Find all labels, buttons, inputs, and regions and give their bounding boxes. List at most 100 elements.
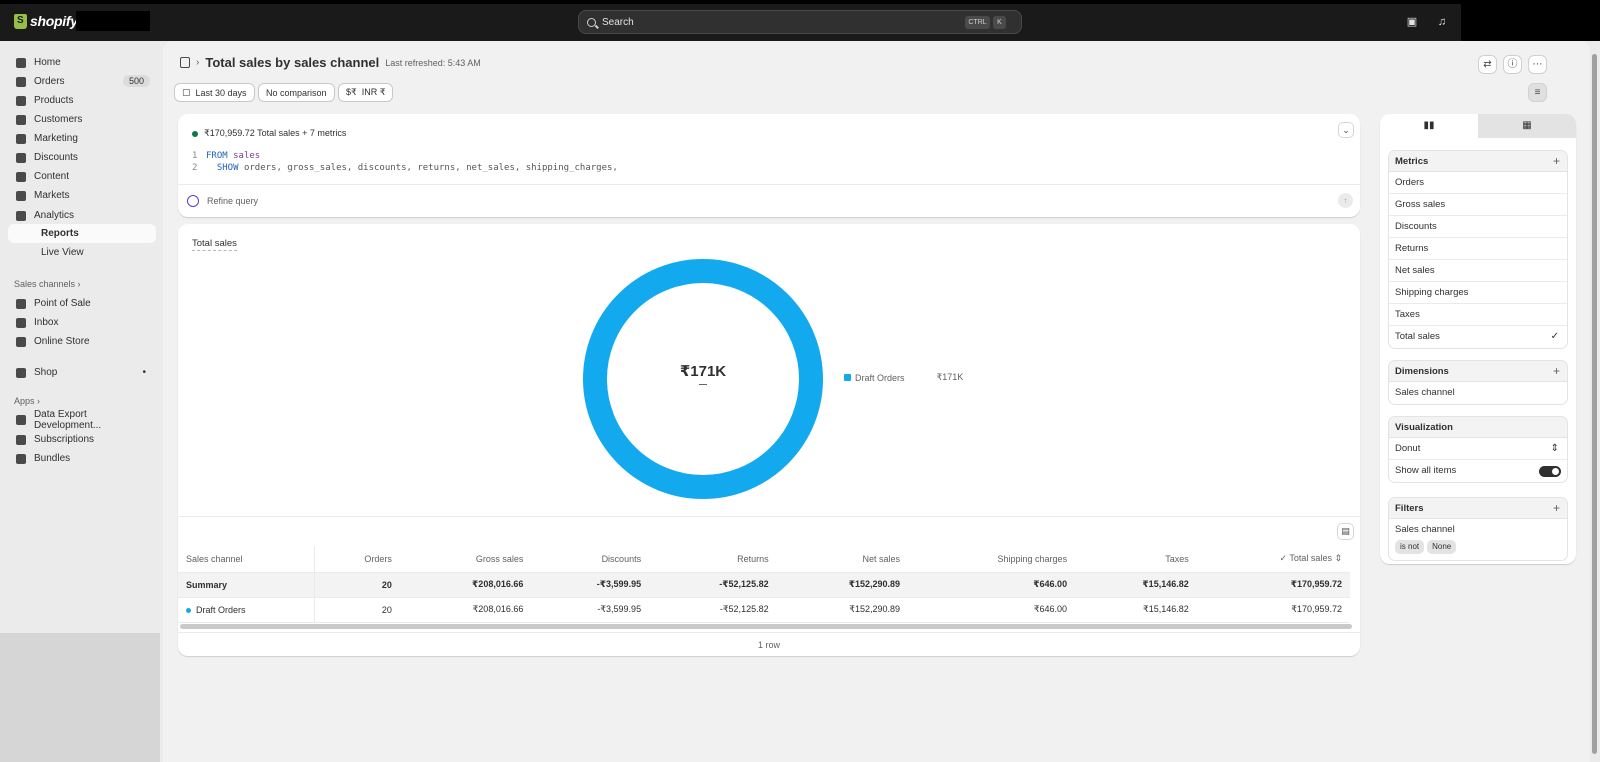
store-bag-icon[interactable]: ▣ <box>1406 16 1418 28</box>
breadcrumb: › Total sales by sales channel Last refr… <box>180 55 481 70</box>
metric-item[interactable]: Taxes <box>1389 304 1567 326</box>
legend-swatch <box>844 374 851 381</box>
chart-title[interactable]: Total sales <box>192 238 237 251</box>
globe-icon <box>16 190 26 201</box>
sidebar-item-orders[interactable]: Orders 500 <box>8 72 156 91</box>
show-all-toggle[interactable] <box>1539 466 1561 477</box>
column-header[interactable]: Returns <box>649 546 777 573</box>
sidebar-item-shop[interactable]: Shop • <box>8 363 156 382</box>
search-placeholder: Search <box>602 16 634 28</box>
table-cell: Draft Orders <box>178 597 315 623</box>
orders-count-badge: 500 <box>122 75 150 87</box>
column-header[interactable]: Discounts <box>531 546 650 573</box>
table-cell: ₹646.00 <box>908 572 1076 598</box>
select-value: Donut <box>1395 443 1421 454</box>
metric-item[interactable]: Orders <box>1389 172 1567 194</box>
column-header[interactable]: Sales channel <box>178 546 315 573</box>
filter-value-chip[interactable]: None <box>1427 540 1457 554</box>
refresh-button[interactable]: ⇄ <box>1478 55 1497 74</box>
metric-item[interactable]: Shipping charges <box>1389 282 1567 304</box>
search-bar[interactable]: Search CTRL K <box>578 10 1022 34</box>
column-header[interactable]: Taxes <box>1075 546 1197 573</box>
check-icon: ✓ <box>1550 331 1559 342</box>
donut-center-label: ₹171K <box>679 363 727 380</box>
code-text: sales <box>233 151 261 161</box>
add-metric-icon[interactable]: + <box>1553 151 1560 172</box>
select-chevron-icon: ⇕ <box>1550 443 1559 454</box>
top-bar: shopify Search CTRL K ▣ ♫ <box>0 4 1600 41</box>
filter-item[interactable]: Sales channel is not None <box>1389 519 1567 560</box>
sidebar-item-products[interactable]: Products <box>8 91 156 110</box>
sales-channels-header[interactable]: Sales channels › <box>14 279 81 289</box>
profile-redacted[interactable] <box>1461 4 1600 41</box>
comparison-button[interactable]: No comparison <box>258 83 335 102</box>
metric-item[interactable]: Gross sales <box>1389 194 1567 216</box>
table-row[interactable]: Draft Orders 20 ₹208,016.66 -₹3,599.95 -… <box>178 597 1350 623</box>
sidebar-item-customers[interactable]: Customers <box>8 110 156 129</box>
sidebar-item-point-of-sale[interactable]: Point of Sale <box>8 294 156 313</box>
sidebar-item-analytics[interactable]: Analytics <box>8 206 156 225</box>
table-view-button[interactable]: ▤ <box>1337 523 1354 540</box>
sidebar-item-label: Content <box>34 171 70 182</box>
legend-value: ₹171K <box>936 372 964 382</box>
tag-icon <box>16 95 26 106</box>
sidebar-item-label: Discounts <box>34 152 78 163</box>
metric-item[interactable]: Discounts <box>1389 216 1567 238</box>
sidebar-item-content[interactable]: Content <box>8 167 156 186</box>
last-refreshed: Last refreshed: 5:43 AM <box>385 57 481 68</box>
table-cell: ₹15,146.82 <box>1075 597 1197 623</box>
page-vertical-scrollbar[interactable] <box>1592 54 1597 754</box>
sidebar-item-label: Inbox <box>34 317 59 328</box>
visualization-select[interactable]: Donut ⇕ <box>1389 438 1567 460</box>
column-header[interactable]: Shipping charges <box>908 546 1076 573</box>
tab-visualization[interactable]: ▮▮ <box>1380 114 1478 138</box>
table-cell: 20 <box>314 572 400 598</box>
more-actions-button[interactable]: ⋯ <box>1528 55 1547 74</box>
shopify-logo[interactable]: shopify <box>14 13 78 29</box>
column-header[interactable]: Gross sales <box>399 546 532 573</box>
sidebar-item-subscriptions[interactable]: Subscriptions <box>8 430 156 449</box>
tab-layout[interactable]: ▦ <box>1478 114 1576 138</box>
sidebar-item-live-view[interactable]: Live View <box>8 243 156 262</box>
report-doc-icon[interactable] <box>180 57 190 68</box>
info-button[interactable]: ⓘ <box>1503 55 1522 74</box>
send-arrow-button[interactable]: ↑ <box>1338 193 1353 208</box>
table-horizontal-scrollbar[interactable] <box>180 624 1352 629</box>
sidebar-item-markets[interactable]: Markets <box>8 186 156 205</box>
sidebar-item-reports[interactable]: Reports <box>8 224 156 243</box>
refine-query-input[interactable]: Refine query ↑ <box>178 184 1360 217</box>
bell-icon[interactable]: ♫ <box>1436 16 1448 28</box>
apps-header[interactable]: Apps › <box>14 396 40 406</box>
visualization-group: Visualization Donut ⇕ Show all items <box>1388 416 1568 483</box>
sidebar-item-inbox[interactable]: Inbox <box>8 313 156 332</box>
series-dot <box>186 607 191 613</box>
sidebar-item-discounts[interactable]: Discounts <box>8 148 156 167</box>
dimension-item[interactable]: Sales channel <box>1389 382 1567 404</box>
sidebar-item-data-export[interactable]: Data Export Development... <box>8 409 156 431</box>
page-title: Total sales by sales channel <box>205 55 380 70</box>
column-header[interactable]: Orders <box>314 546 400 573</box>
sidebar-item-marketing[interactable]: Marketing <box>8 129 156 148</box>
settings-sliders-button[interactable]: ≡ <box>1528 83 1547 102</box>
metric-item[interactable]: Returns <box>1389 238 1567 260</box>
column-header-sorted[interactable]: ✓ Total sales ⇕ <box>1196 546 1350 573</box>
add-filter-icon[interactable]: + <box>1553 498 1560 519</box>
metric-item-selected[interactable]: Total sales ✓ <box>1389 326 1567 348</box>
sidebar-item-online-store[interactable]: Online Store <box>8 332 156 351</box>
report-config-panel: ▮▮ ▦ Metrics + Orders Gross sales Discoun… <box>1380 114 1576 564</box>
sidebar-item-home[interactable]: Home <box>8 53 156 72</box>
metrics-group: Metrics + Orders Gross sales Discounts Re… <box>1388 150 1568 349</box>
column-header[interactable]: Net sales <box>776 546 909 573</box>
collapse-query-button[interactable]: ⌄ <box>1338 122 1354 138</box>
add-dimension-icon[interactable]: + <box>1553 361 1560 382</box>
date-range-button[interactable]: ▢ Last 30 days <box>174 83 255 102</box>
metric-item[interactable]: Net sales <box>1389 260 1567 282</box>
app-icon <box>16 453 26 464</box>
sidebar-item-bundles[interactable]: Bundles <box>8 449 156 468</box>
currency-button[interactable]: $₹ INR ₹ <box>338 83 394 102</box>
kbd-ctrl: CTRL <box>965 16 990 29</box>
discount-icon <box>16 152 26 163</box>
table-cell: ₹646.00 <box>908 597 1076 623</box>
filter-operator-chip[interactable]: is not <box>1395 540 1425 554</box>
chart-legend[interactable]: Draft Orders ₹171K <box>844 372 963 383</box>
